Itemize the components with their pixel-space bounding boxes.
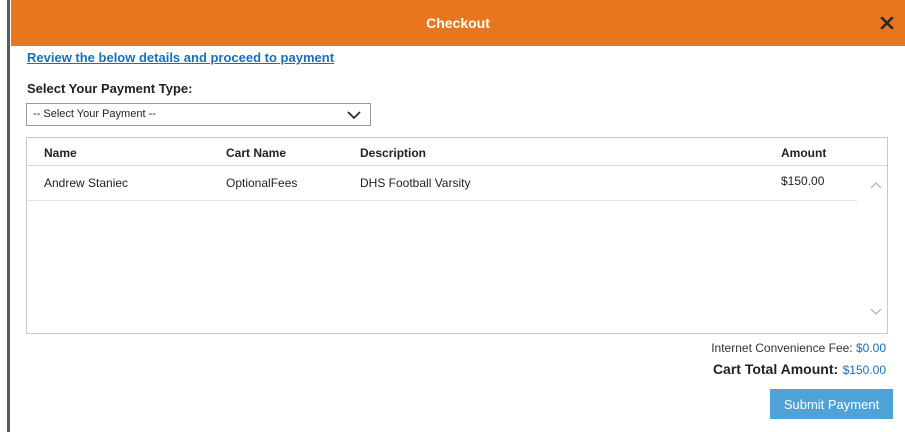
convenience-fee-value: $0.00: [855, 341, 886, 355]
cart-total-value: $150.00: [842, 363, 886, 377]
dialog-header: Checkout: [11, 0, 905, 46]
table-row: Andrew Staniec OptionalFees DHS Football…: [27, 166, 857, 201]
cart-total-label: Cart Total Amount:: [712, 361, 839, 377]
cart-total: Cart Total Amount: $150.00: [713, 361, 886, 379]
payment-type-label: Select Your Payment Type:: [27, 81, 193, 96]
cell-name: Andrew Staniec: [44, 176, 129, 190]
convenience-fee-label: Internet Convenience Fee:: [711, 341, 853, 355]
cell-cart-name: OptionalFees: [226, 176, 298, 190]
close-icon[interactable]: [875, 11, 899, 35]
convenience-fee: Internet Convenience Fee: $0.00: [711, 341, 886, 355]
scroll-down-icon[interactable]: [869, 305, 883, 319]
cell-description: DHS Football Varsity: [360, 176, 471, 190]
checkout-dialog: Checkout Review the below details and pr…: [11, 0, 905, 432]
chevron-down-icon: [347, 111, 361, 120]
column-header-description: Description: [360, 146, 427, 160]
column-header-name: Name: [44, 146, 77, 160]
cart-table: Name Cart Name Description Amount Andrew…: [26, 137, 888, 334]
submit-payment-button[interactable]: Submit Payment: [770, 389, 893, 419]
payment-type-select[interactable]: -- Select Your Payment --: [26, 103, 371, 126]
cell-amount: $150.00: [781, 174, 825, 188]
background-window-edge: [0, 0, 11, 432]
scroll-up-icon[interactable]: [869, 178, 883, 192]
column-header-amount: Amount: [781, 146, 827, 160]
table-header: Name Cart Name Description Amount: [27, 138, 887, 166]
column-header-cart-name: Cart Name: [226, 146, 287, 160]
dialog-title: Checkout: [426, 15, 490, 31]
payment-type-selected: -- Select Your Payment --: [33, 108, 156, 120]
review-details-link[interactable]: Review the below details and proceed to …: [27, 50, 334, 65]
